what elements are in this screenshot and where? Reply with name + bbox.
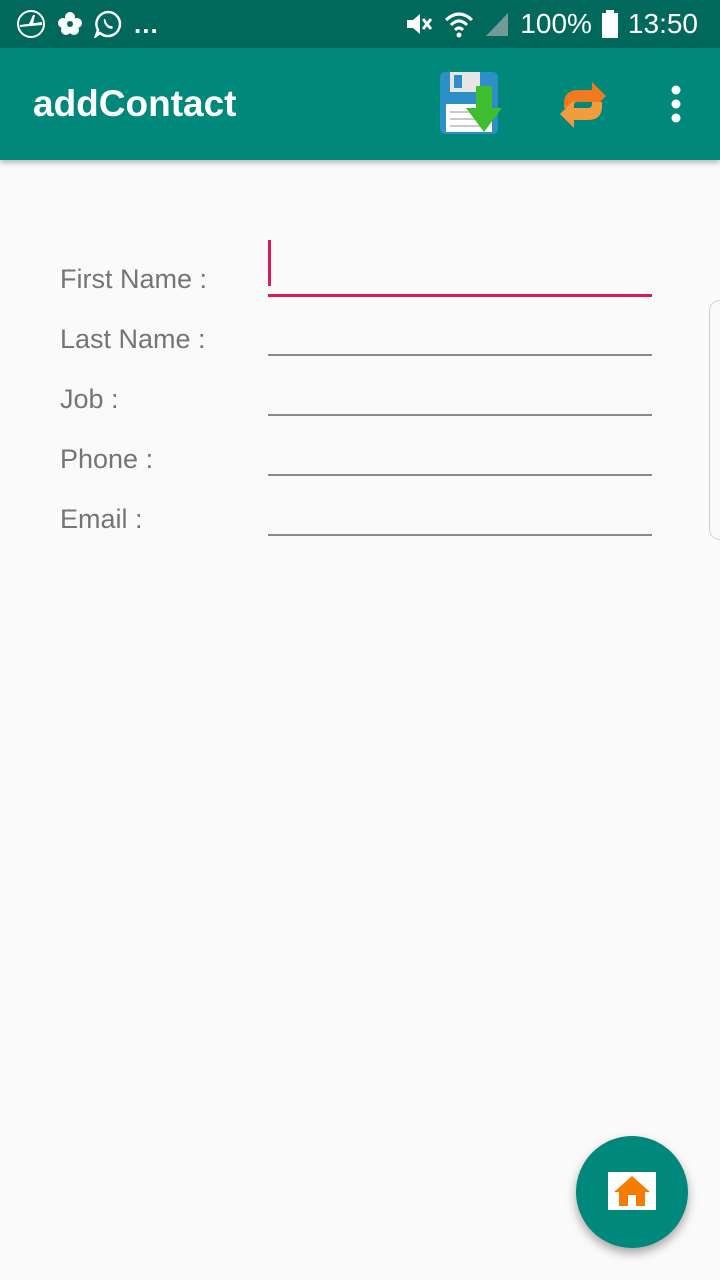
- job-row: Job :: [0, 368, 720, 430]
- signal-icon: [484, 10, 510, 38]
- phone-input[interactable]: [268, 428, 652, 476]
- app-bar: addContact: [0, 48, 720, 160]
- first-name-row: First Name :: [0, 240, 720, 310]
- more-vert-icon: [671, 85, 681, 123]
- clock: 13:50: [627, 8, 698, 39]
- mute-icon: [404, 10, 434, 38]
- save-button[interactable]: [438, 70, 504, 136]
- wifi-icon: [444, 10, 474, 38]
- whatsapp-icon: [94, 10, 122, 38]
- sync-button[interactable]: [554, 76, 612, 134]
- edge-panel-handle[interactable]: [709, 300, 720, 540]
- phone-row: Phone :: [0, 428, 720, 490]
- job-label: Job :: [60, 384, 119, 414]
- first-name-input[interactable]: [268, 248, 652, 297]
- last-name-input[interactable]: [268, 308, 652, 356]
- email-label: Email :: [60, 504, 143, 534]
- last-name-row: Last Name :: [0, 308, 720, 370]
- home-icon: [608, 1172, 656, 1210]
- sync-icon: [560, 82, 606, 128]
- status-bar: ... 100% 13:50: [0, 0, 720, 48]
- more-options-button[interactable]: [656, 78, 696, 130]
- email-row: Email :: [0, 488, 720, 550]
- plane-app-icon: [16, 9, 46, 39]
- battery-icon: [601, 10, 618, 38]
- battery-percentage: 100%: [520, 8, 592, 39]
- notification-overflow: ...: [134, 8, 159, 39]
- email-input[interactable]: [268, 488, 652, 536]
- save-icon: [440, 72, 502, 134]
- flower-app-icon: [56, 10, 84, 38]
- last-name-label: Last Name :: [60, 324, 206, 354]
- text-caret: [268, 240, 271, 286]
- job-input[interactable]: [268, 368, 652, 416]
- page-title: addContact: [33, 83, 237, 124]
- first-name-label: First Name :: [60, 264, 208, 294]
- home-fab-button[interactable]: [576, 1136, 688, 1248]
- phone-label: Phone :: [60, 444, 154, 474]
